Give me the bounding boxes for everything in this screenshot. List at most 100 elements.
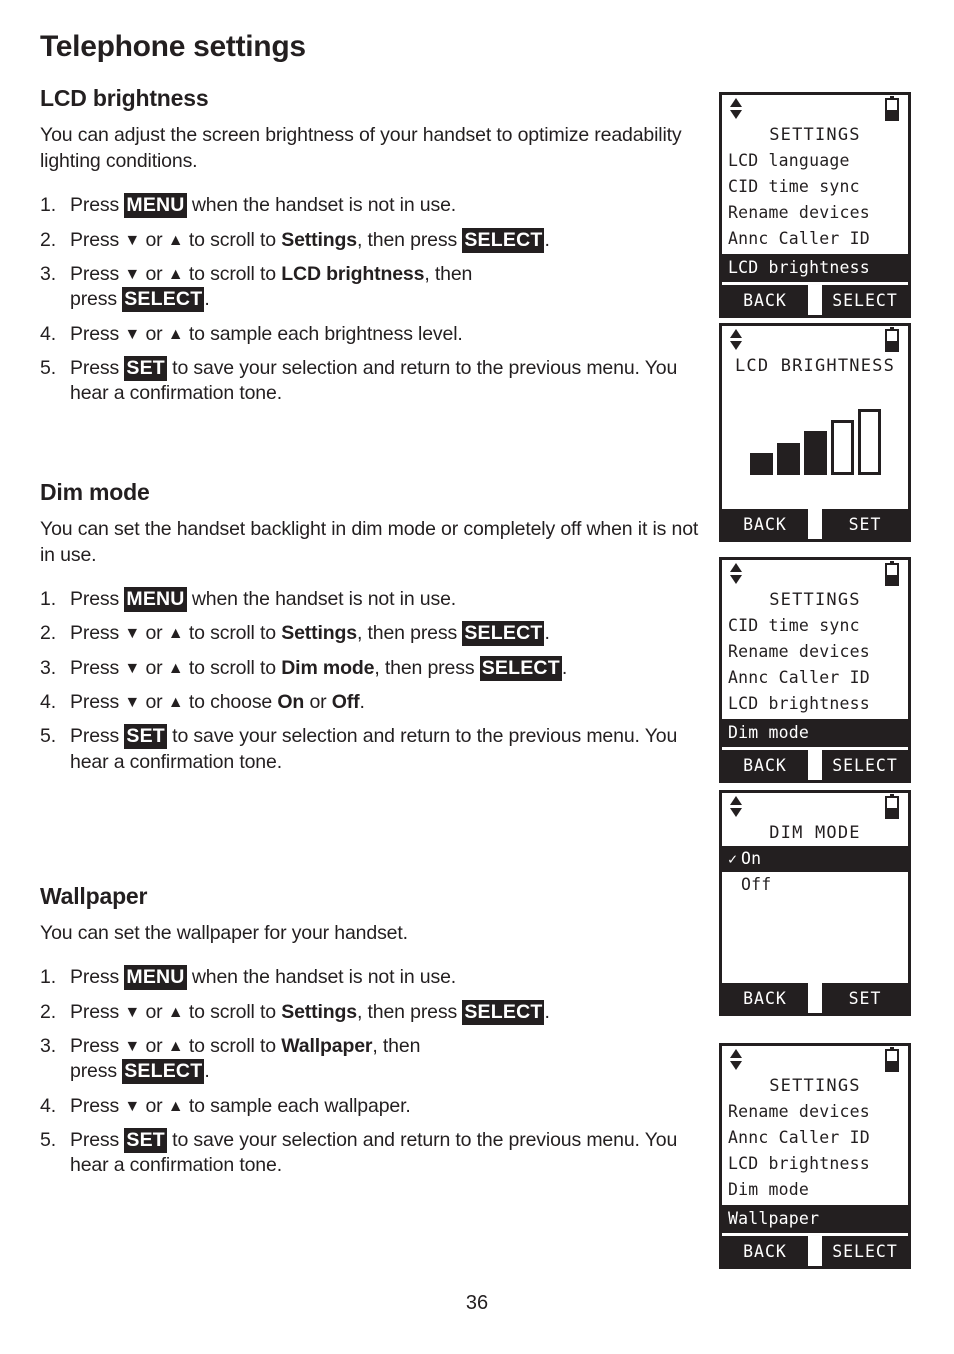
screen-title: LCD BRIGHTNESS [734, 356, 896, 376]
nav-arrow-icon: ▼ [124, 659, 141, 677]
softkey-back[interactable]: BACK [722, 509, 808, 539]
step-text: press [70, 288, 123, 311]
battery-icon [885, 561, 899, 586]
menu-item[interactable]: LCD language [722, 148, 908, 174]
brightness-bar-2[interactable] [776, 443, 800, 475]
step-item: 2. Press ▼ or ▲ to scroll to Settings, th… [40, 227, 705, 253]
step-text: or [140, 322, 168, 345]
nav-arrow-icon: ▼ [124, 325, 141, 343]
handset-screen-lcd-brightness-levels: LCD BRIGHTNESS BACK SET [719, 323, 911, 542]
step-text: or [140, 656, 168, 679]
step-item: 1. Press MENU when the handset is not in … [40, 193, 705, 219]
step-item: 2. Press ▼ or ▲ to scroll to Settings, th… [40, 621, 705, 647]
step-item: 5. Press SET to save your selection and r… [40, 356, 705, 407]
nav-arrow-icon: ▲ [167, 231, 184, 249]
nav-arrow-icon: ▼ [124, 1038, 141, 1056]
nav-arrow-icon: ▼ [124, 694, 141, 711]
menu-item[interactable]: Rename devices [722, 639, 908, 665]
menu-item-selected[interactable]: LCD brightness [722, 254, 908, 285]
softkey-bar: BACK SELECT [722, 1236, 908, 1266]
nav-arrow-icon: ▲ [167, 625, 184, 643]
menu-item[interactable]: LCD brightness [722, 691, 908, 717]
step-number: 5. [40, 357, 56, 379]
menu-item[interactable]: LCD brightness [722, 1151, 908, 1177]
step-text: Press [70, 1129, 125, 1152]
scroll-arrows-icon [730, 98, 743, 122]
menu-item[interactable]: Annc Caller ID [722, 665, 908, 691]
step-item: 3. Press ▼ or ▲ to scroll to Wallpaper, t… [40, 1034, 705, 1085]
step-text: Press [70, 322, 125, 345]
screen-title: SETTINGS [769, 1076, 861, 1096]
brightness-bar-4[interactable] [830, 420, 854, 475]
key-label: MENU [124, 965, 187, 991]
section-heading: Wallpaper [40, 883, 148, 910]
step-item: 5. Press SET to save your selection and r… [40, 724, 705, 775]
softkey-select[interactable]: SELECT [822, 1236, 908, 1266]
screen-title: DIM MODE [769, 823, 861, 843]
menu-list: Rename devices Annc Caller ID LCD brightne… [722, 1099, 908, 1205]
menu-item[interactable]: Rename devices [722, 1099, 908, 1125]
step-text: Press [70, 357, 125, 379]
menu-item-selected[interactable]: Dim mode [722, 719, 908, 750]
menu-item-selected[interactable]: Wallpaper [722, 1205, 908, 1236]
step-text: when the handset is not in use. [186, 587, 457, 610]
text-column: Telephone settings LCD brightness You ca… [40, 30, 705, 1188]
softkey-select[interactable]: SELECT [822, 285, 908, 315]
option-item-on[interactable]: ✓ On [722, 846, 908, 873]
brightness-bar-3[interactable] [803, 431, 827, 475]
step-text: , then [424, 262, 473, 285]
menu-item[interactable]: Annc Caller ID [722, 226, 908, 252]
menu-item[interactable]: Rename devices [722, 200, 908, 226]
menu-term: Wallpaper [281, 1035, 373, 1058]
status-bar [722, 560, 908, 590]
step-text: or [140, 1035, 168, 1058]
softkey-back[interactable]: BACK [722, 1236, 808, 1266]
brightness-bar-5[interactable] [857, 409, 881, 475]
option-item-off[interactable]: Off [722, 872, 908, 898]
step-item: 5. Press SET to save your selection and r… [40, 1128, 705, 1179]
section-lcd-brightness: LCD brightness You can adjust the screen… [40, 85, 705, 407]
brightness-bar-1[interactable] [749, 453, 773, 475]
menu-term: LCD brightness [281, 262, 425, 285]
step-text: . [204, 1060, 210, 1083]
check-icon: ✓ [728, 850, 738, 868]
nav-arrow-icon: ▼ [124, 625, 141, 643]
step-text: or [140, 691, 168, 713]
step-text: Press [70, 1000, 125, 1023]
menu-item[interactable]: Annc Caller ID [722, 1125, 908, 1151]
status-bar [722, 793, 908, 823]
step-number: 5. [40, 725, 56, 748]
page-number: 36 [465, 1292, 489, 1314]
softkey-back[interactable]: BACK [722, 983, 808, 1013]
menu-term: On [277, 691, 305, 713]
softkey-set[interactable]: SET [822, 509, 908, 539]
step-number: 1. [40, 194, 56, 217]
softkey-back[interactable]: BACK [722, 750, 808, 780]
scroll-arrows-icon [730, 1049, 743, 1073]
softkey-select[interactable]: SELECT [822, 750, 908, 780]
softkey-set[interactable]: SET [822, 983, 908, 1013]
nav-arrow-icon: ▼ [124, 265, 141, 283]
step-number: 5. [40, 1129, 56, 1152]
step-number: 2. [40, 622, 56, 645]
step-text: or [140, 228, 168, 251]
step-text: when the handset is not in use. [186, 966, 457, 989]
menu-item[interactable]: CID time sync [722, 174, 908, 200]
screen-title: SETTINGS [769, 125, 861, 145]
key-label: SET [124, 356, 167, 381]
option-label: Off [741, 875, 772, 895]
status-bar [722, 95, 908, 125]
step-text: to scroll to [183, 622, 282, 645]
step-number: 4. [40, 1094, 56, 1117]
nav-arrow-icon: ▲ [167, 325, 184, 343]
brightness-bars[interactable] [722, 405, 908, 475]
step-list: 1. Press MENU when the handset is not in … [40, 586, 705, 775]
menu-item[interactable]: Dim mode [722, 1177, 908, 1203]
step-text: Press [70, 194, 125, 217]
softkey-back[interactable]: BACK [722, 285, 808, 315]
menu-item[interactable]: CID time sync [722, 613, 908, 639]
step-text: Press [70, 587, 125, 610]
key-label: SELECT [122, 287, 205, 313]
step-text: Press [70, 656, 125, 679]
step-number: 4. [40, 691, 56, 713]
